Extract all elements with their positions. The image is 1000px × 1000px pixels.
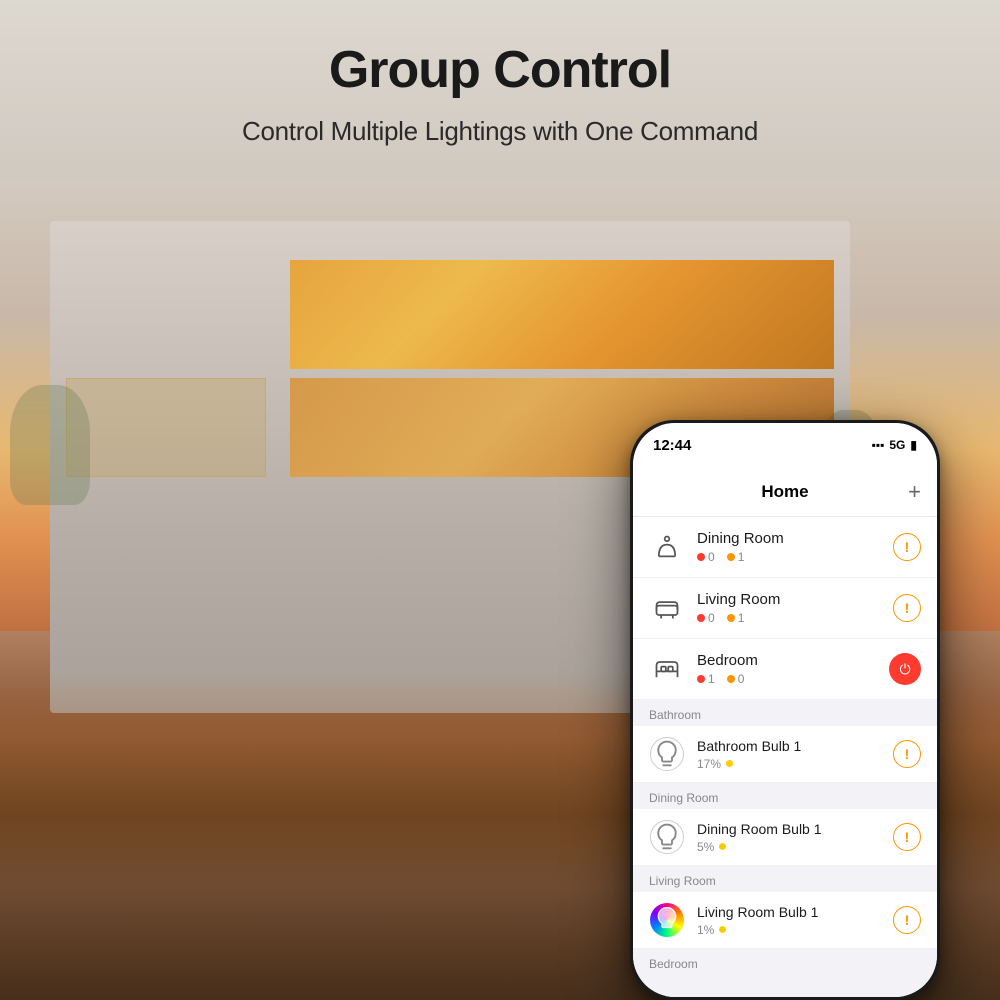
living-room-icon [649, 590, 685, 626]
living-room-name: Living Room [697, 591, 893, 608]
section-diningroom-label: Dining Room [633, 783, 937, 809]
window-bottom-left [66, 378, 266, 476]
section-livingroom-label: Living Room [633, 866, 937, 892]
status-icons: ▪▪▪ 5G ▮ [872, 438, 917, 452]
dining-room-info: Dining Room 0 1 [697, 530, 893, 564]
room-item-living[interactable]: Living Room 0 1 [633, 578, 937, 639]
room-item-bedroom[interactable]: Bedroom 1 0 [633, 639, 937, 700]
bedroom-red-count: 1 [708, 672, 715, 686]
tree-left [10, 385, 90, 505]
bathroom-bulb-name: Bathroom Bulb 1 [697, 738, 893, 754]
device-dining-bulb1[interactable]: Dining Room Bulb 1 5% ! [633, 809, 937, 866]
app-header-title: Home [761, 482, 808, 502]
section-bedroom-label: Bedroom [633, 949, 937, 975]
page-wrapper: Group Control Control Multiple Lightings… [0, 0, 1000, 1000]
dining-bulb-alert-icon[interactable]: ! [893, 823, 921, 851]
living-red-count: 0 [708, 611, 715, 625]
dining-bulb-status: 5% [697, 840, 893, 854]
bathroom-alert-icon[interactable]: ! [893, 740, 921, 768]
phone: 12:44 ▪▪▪ 5G ▮ Home + [630, 420, 940, 1000]
device-bathroom-bulb1[interactable]: Bathroom Bulb 1 17% ! [633, 726, 937, 783]
bedroom-stat-red: 1 [697, 672, 715, 686]
section-bathroom-label: Bathroom [633, 700, 937, 726]
status-bar: 12:44 ▪▪▪ 5G ▮ [633, 423, 937, 467]
dining-orange-count: 1 [738, 550, 745, 564]
orange-dot [727, 553, 735, 561]
living-bulb-percent: 1% [697, 923, 714, 937]
add-button[interactable]: + [908, 479, 921, 505]
living-bulb-alert-icon[interactable]: ! [893, 906, 921, 934]
status-time: 12:44 [653, 437, 691, 454]
phone-content: Dining Room 0 1 [633, 517, 937, 997]
app-header: Home + [633, 467, 937, 517]
dining-bulb-name: Dining Room Bulb 1 [697, 821, 893, 837]
living-bulb-info: Living Room Bulb 1 1% [697, 904, 893, 937]
living-room-info: Living Room 0 1 [697, 591, 893, 625]
window-top [290, 260, 834, 368]
dining-room-icon [649, 529, 685, 565]
dining-room-stats: 0 1 [697, 550, 893, 564]
dining-bulb-info: Dining Room Bulb 1 5% [697, 821, 893, 854]
bedroom-icon [649, 651, 685, 687]
dining-svg [653, 533, 681, 561]
device-living-bulb1[interactable]: Living Room Bulb 1 1% ! [633, 892, 937, 949]
bulb-circle-2 [650, 820, 684, 854]
yellow-dot [726, 760, 733, 767]
living-stat-red: 0 [697, 611, 715, 625]
dining-stat-red: 0 [697, 550, 715, 564]
battery-icon: ▮ [910, 438, 917, 452]
phone-inner: 12:44 ▪▪▪ 5G ▮ Home + [633, 423, 937, 997]
bathroom-bulb-info: Bathroom Bulb 1 17% [697, 738, 893, 771]
yellow-dot-3 [719, 926, 726, 933]
living-bulb-name: Living Room Bulb 1 [697, 904, 893, 920]
bulb-svg [652, 739, 682, 769]
room-list: Dining Room 0 1 [633, 517, 937, 700]
dining-bulb-icon [649, 819, 685, 855]
red-dot [697, 614, 705, 622]
bedroom-room-info: Bedroom 1 0 [697, 652, 889, 686]
bedroom-room-stats: 1 0 [697, 672, 889, 686]
subtitle: Control Multiple Lightings with One Comm… [0, 116, 1000, 147]
room-item-dining[interactable]: Dining Room 0 1 [633, 517, 937, 578]
bedroom-stat-orange: 0 [727, 672, 745, 686]
bulb-colorful [650, 903, 684, 937]
bathroom-bulb-icon [649, 736, 685, 772]
orange-dot [727, 614, 735, 622]
bedroom-svg [653, 655, 681, 683]
header-section: Group Control Control Multiple Lightings… [0, 0, 1000, 147]
bulb-svg-2 [652, 822, 682, 852]
dining-stat-orange: 1 [727, 550, 745, 564]
bulb-circle [650, 737, 684, 771]
orange-dot [727, 675, 735, 683]
living-alert-icon[interactable]: ! [893, 594, 921, 622]
living-bulb-status: 1% [697, 923, 893, 937]
dining-red-count: 0 [708, 550, 715, 564]
living-orange-count: 1 [738, 611, 745, 625]
bedroom-orange-count: 0 [738, 672, 745, 686]
network-icon: 5G [889, 438, 905, 452]
red-dot [697, 675, 705, 683]
red-dot [697, 553, 705, 561]
yellow-dot-2 [719, 843, 726, 850]
bedroom-power-icon[interactable]: ⏻ [889, 653, 921, 685]
dining-room-name: Dining Room [697, 530, 893, 547]
signal-icon: ▪▪▪ [872, 438, 885, 452]
dining-bulb-percent: 5% [697, 840, 714, 854]
main-title: Group Control [0, 40, 1000, 100]
living-stat-orange: 1 [727, 611, 745, 625]
bathroom-bulb-status: 17% [697, 757, 893, 771]
living-svg [653, 594, 681, 622]
living-bulb-icon [649, 902, 685, 938]
bedroom-room-name: Bedroom [697, 652, 889, 669]
dining-alert-icon[interactable]: ! [893, 533, 921, 561]
bulb-svg-3 [652, 905, 682, 935]
living-room-stats: 0 1 [697, 611, 893, 625]
bathroom-bulb-percent: 17% [697, 757, 721, 771]
phone-outer: 12:44 ▪▪▪ 5G ▮ Home + [630, 420, 940, 1000]
